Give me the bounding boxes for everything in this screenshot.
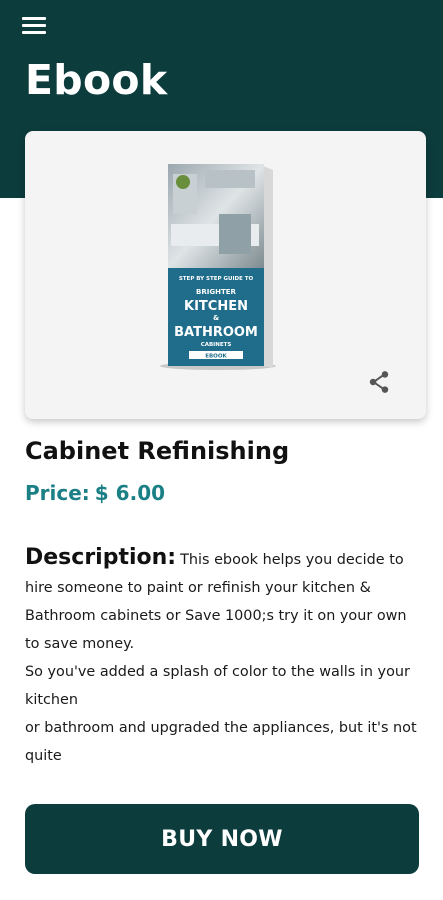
buy-now-button[interactable]: BUY NOW <box>25 804 419 874</box>
description-paragraph-3: or bathroom and upgraded the appliances,… <box>25 720 417 764</box>
cover-oven <box>219 214 251 254</box>
description-paragraph-1: Description: This ebook helps you decide … <box>25 544 420 658</box>
price-row: Price: $ 6.00 <box>25 481 165 505</box>
menu-bar-bottom <box>22 31 46 34</box>
cover-line-6: CABINETS <box>201 342 232 348</box>
product-title: Cabinet Refinishing <box>25 437 290 465</box>
description-heading: Description: <box>25 545 177 570</box>
menu-bar-top <box>22 17 46 20</box>
description-block: Description: This ebook helps you decide … <box>25 544 420 770</box>
menu-bar-middle <box>22 24 46 27</box>
book-cover-image: STEP BY STEP GUIDE TO BRIGHTER KITCHEN &… <box>160 164 276 370</box>
product-card: STEP BY STEP GUIDE TO BRIGHTER KITCHEN &… <box>25 131 426 419</box>
cover-tag: EBOOK <box>205 354 227 360</box>
hamburger-menu-icon[interactable] <box>22 15 48 37</box>
cover-cabinet-top <box>205 170 255 188</box>
cover-line-4: & <box>213 314 219 322</box>
cover-line-2: BRIGHTER <box>196 288 236 296</box>
price-value: $ 6.00 <box>94 481 166 505</box>
price-label: Price: <box>25 481 90 505</box>
page-title: Ebook <box>25 56 168 104</box>
cover-line-5: BATHROOM <box>174 325 258 340</box>
description-paragraph-2: So you've added a splash of color to the… <box>25 664 410 708</box>
share-icon[interactable] <box>366 369 392 395</box>
book-spine <box>263 166 273 368</box>
cover-plant <box>176 175 190 189</box>
cover-line-1: STEP BY STEP GUIDE TO <box>179 276 254 282</box>
cover-line-3: KITCHEN <box>184 299 248 314</box>
